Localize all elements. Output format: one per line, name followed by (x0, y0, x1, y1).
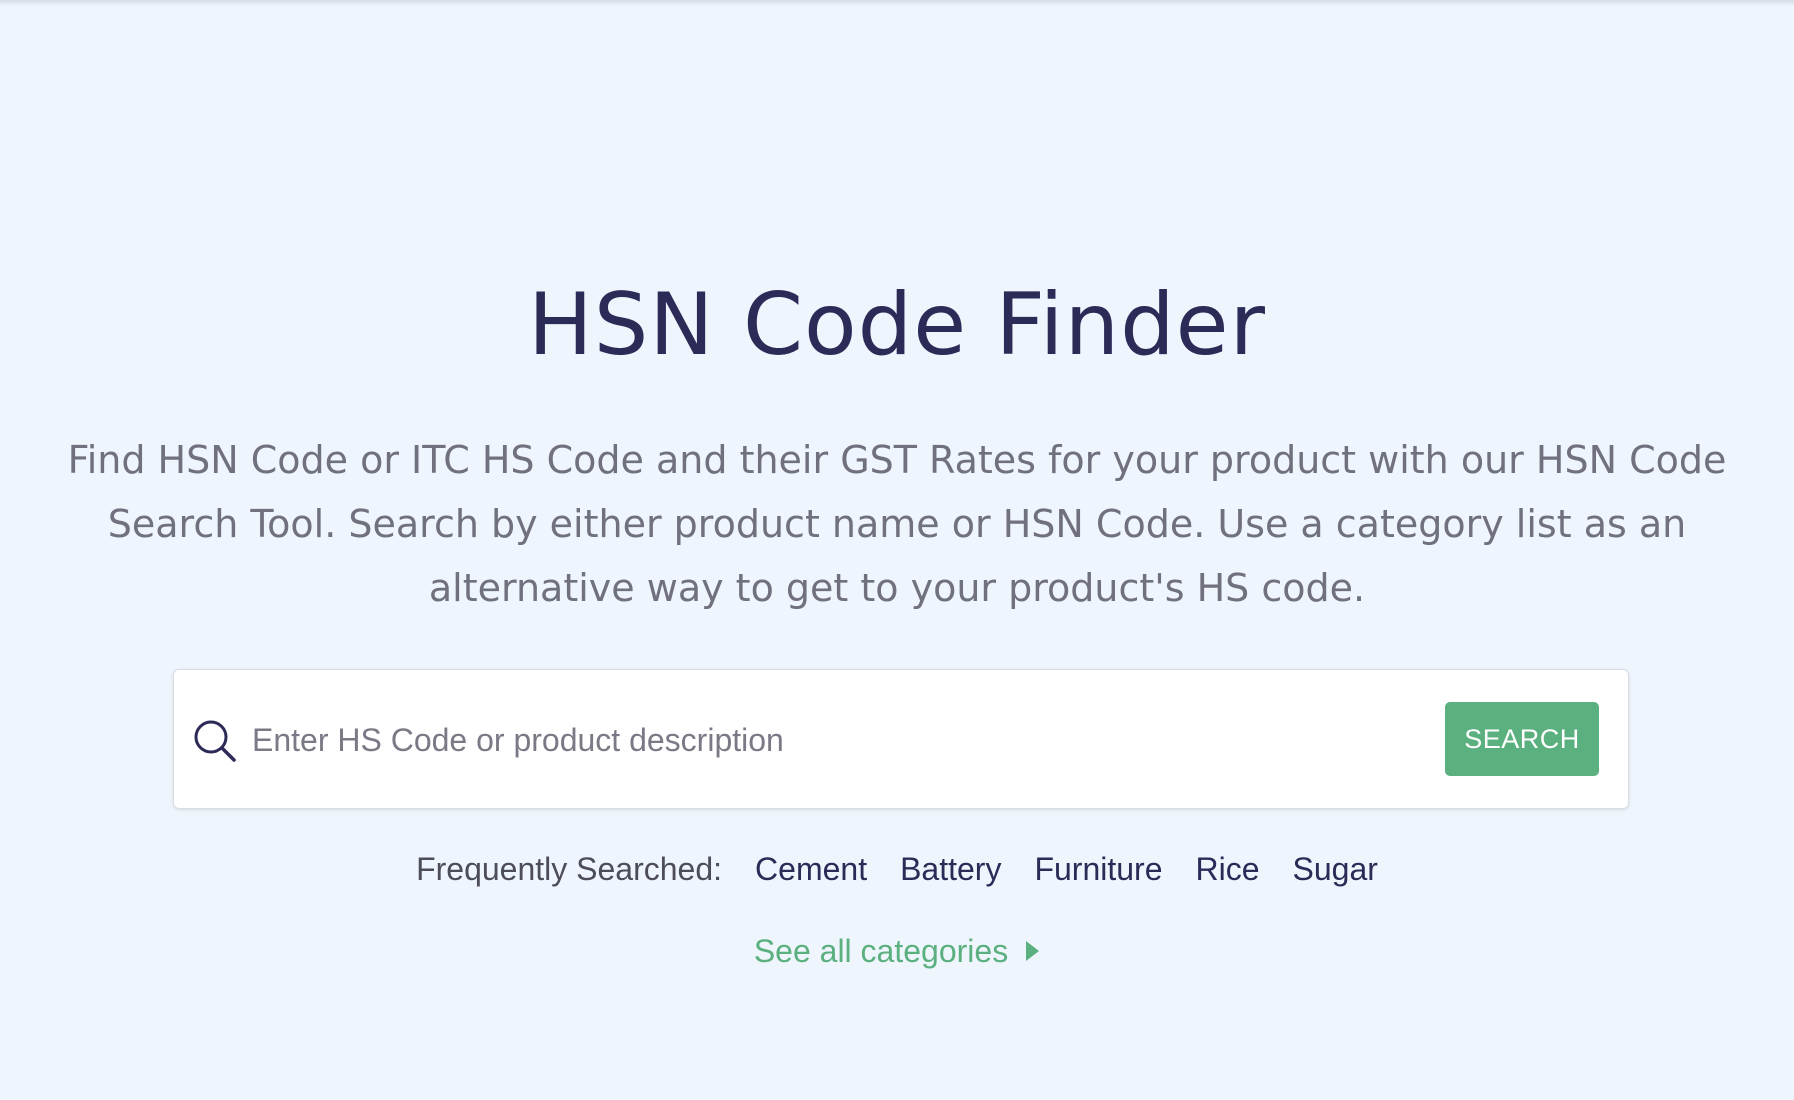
frequent-link-rice[interactable]: Rice (1196, 844, 1260, 894)
frequently-searched: Frequently Searched: Cement Battery Furn… (0, 844, 1794, 894)
frequently-searched-label: Frequently Searched: (416, 851, 723, 887)
search-icon (194, 720, 236, 762)
frequent-link-battery[interactable]: Battery (900, 844, 1001, 894)
search-button[interactable]: SEARCH (1445, 702, 1599, 776)
frequent-link-sugar[interactable]: Sugar (1293, 844, 1378, 894)
hero-section: HSN Code Finder Find HSN Code or ITC HS … (0, 0, 1794, 1100)
search-input[interactable] (252, 700, 1402, 780)
frequent-link-cement[interactable]: Cement (755, 844, 867, 894)
page-title: HSN Code Finder (528, 275, 1266, 375)
see-all-categories-row: See all categories (0, 926, 1794, 976)
page-description: Find HSN Code or ITC HS Code and their G… (67, 438, 1727, 610)
caret-right-icon (1026, 941, 1040, 961)
see-all-categories-link[interactable]: See all categories (754, 926, 1040, 976)
frequent-link-furniture[interactable]: Furniture (1034, 844, 1162, 894)
search-bar: SEARCH (173, 669, 1629, 809)
see-all-categories-label: See all categories (753, 933, 1009, 969)
